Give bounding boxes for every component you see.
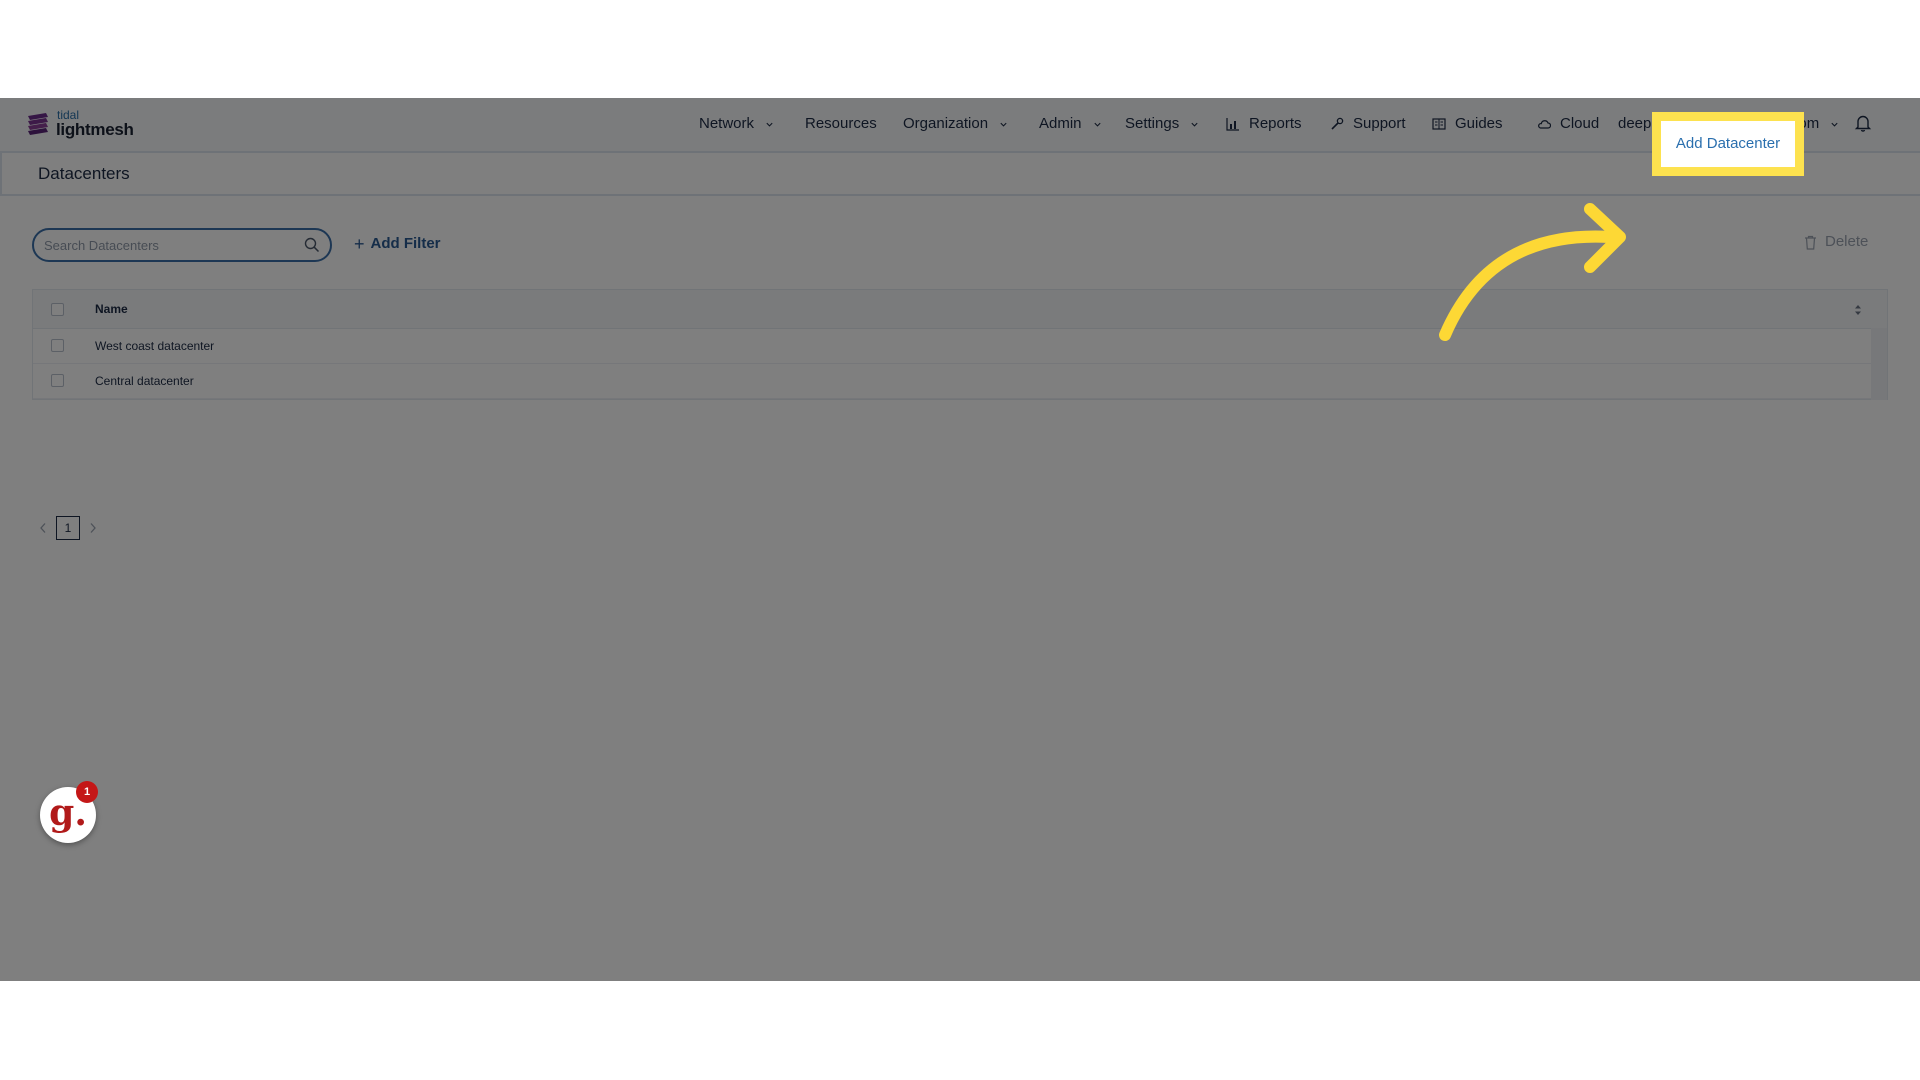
nav-settings-label: Settings xyxy=(1125,115,1180,132)
nav-settings[interactable]: Settings xyxy=(1125,115,1199,133)
page-title: Datacenters xyxy=(38,164,130,183)
row-checkbox[interactable] xyxy=(51,339,64,352)
logo-text: tidal lightmesh xyxy=(56,109,136,141)
nav-cloud[interactable]: Cloud xyxy=(1537,115,1599,133)
reports-icon xyxy=(1226,118,1239,131)
delete-label: Delete xyxy=(1825,233,1869,250)
delete-button[interactable]: Delete xyxy=(1804,233,1868,251)
search-icon[interactable] xyxy=(304,237,320,253)
nav-reports-label: Reports xyxy=(1249,115,1302,132)
guide-widget[interactable]: g. 1 xyxy=(40,781,98,843)
chevron-down-icon xyxy=(1191,122,1198,127)
select-all-checkbox[interactable] xyxy=(51,303,64,316)
table-row[interactable]: Central datacenter xyxy=(33,363,1871,399)
nav-organization-label: Organization xyxy=(903,115,989,132)
chevron-down-icon xyxy=(766,122,773,127)
row-name[interactable]: Central datacenter xyxy=(95,374,194,388)
row-name[interactable]: West coast datacenter xyxy=(95,339,214,353)
page-header: Datacenters xyxy=(0,153,1920,196)
add-filter-label: Add Filter xyxy=(370,235,441,252)
logo-lightmesh: lightmesh xyxy=(56,120,134,139)
nav-network-label: Network xyxy=(699,115,755,132)
nav-admin-label: Admin xyxy=(1039,115,1082,132)
chevron-down-icon xyxy=(1093,122,1101,127)
nav-cloud-label: Cloud xyxy=(1560,115,1600,132)
nav-guides[interactable]: Guides xyxy=(1432,115,1503,133)
nav-resources-label: Resources xyxy=(805,115,877,132)
chevron-right-icon[interactable] xyxy=(88,522,98,534)
sort-icon[interactable] xyxy=(1853,303,1863,317)
nav-network[interactable]: Network xyxy=(699,115,774,133)
plus-icon: + xyxy=(354,234,365,254)
notification-badge: 1 xyxy=(76,781,98,803)
guides-icon xyxy=(1432,118,1446,130)
trash-icon xyxy=(1805,235,1816,250)
table-scrollbar[interactable] xyxy=(1871,328,1887,400)
nav-support[interactable]: Support xyxy=(1330,115,1406,133)
chevron-left-icon[interactable] xyxy=(38,522,48,534)
logo-mark-icon xyxy=(28,113,48,135)
add-filter-button[interactable]: + Add Filter xyxy=(354,235,441,253)
nav-organization[interactable]: Organization xyxy=(903,115,1008,133)
column-header-name[interactable]: Name xyxy=(95,302,128,316)
add-datacenter-button[interactable]: Add Datacenter xyxy=(1664,124,1792,164)
support-icon xyxy=(1331,117,1344,130)
top-navbar: tidal lightmesh Network Resources Organi… xyxy=(0,98,1920,153)
chevron-down-icon xyxy=(1000,122,1007,127)
nav-resources[interactable]: Resources xyxy=(805,115,877,133)
search-box[interactable] xyxy=(32,228,332,262)
chevron-down-icon xyxy=(1831,122,1838,127)
nav-support-label: Support xyxy=(1353,115,1406,132)
pagination-current-page[interactable]: 1 xyxy=(56,516,80,540)
brand-logo[interactable]: tidal lightmesh xyxy=(26,108,136,142)
nav-admin[interactable]: Admin xyxy=(1039,115,1102,133)
nav-reports[interactable]: Reports xyxy=(1226,115,1302,133)
bell-icon[interactable] xyxy=(1854,113,1872,133)
arrow-annotation xyxy=(1439,203,1626,341)
cloud-icon xyxy=(1538,120,1551,129)
nav-guides-label: Guides xyxy=(1455,115,1503,132)
row-checkbox[interactable] xyxy=(51,374,64,387)
search-input[interactable] xyxy=(44,236,284,254)
